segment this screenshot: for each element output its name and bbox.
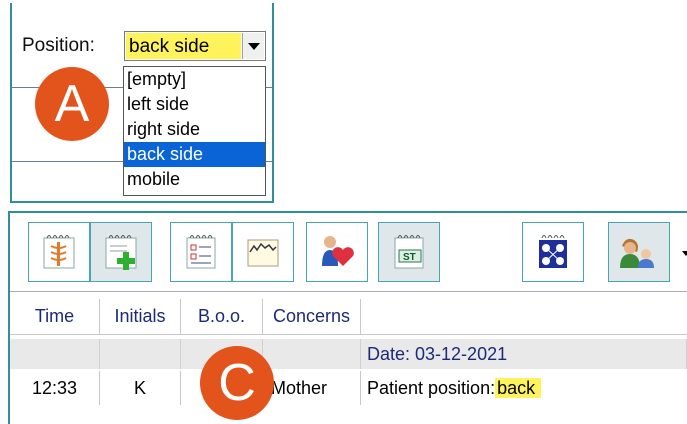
toolbar-button-add-note[interactable] <box>90 222 152 282</box>
annotation-badge-c: C <box>200 346 274 420</box>
cell-note[interactable]: Patient position: back <box>361 371 687 405</box>
toolbar-button-heart[interactable] <box>306 222 368 282</box>
cell-initials[interactable]: K <box>100 371 181 405</box>
toolbar-divider <box>10 291 687 292</box>
st-notepad-icon: ST <box>394 235 424 269</box>
dropdown-arrow-button[interactable] <box>242 33 264 59</box>
network-notepad-icon <box>539 235 567 268</box>
note-prefix: Patient position: <box>367 378 496 398</box>
chart-note-icon <box>247 239 279 267</box>
toolbar-button-caduceus[interactable] <box>28 222 90 282</box>
option-mobile[interactable]: mobile <box>124 167 265 192</box>
date-row-cell <box>100 339 181 369</box>
date-row-cell <box>263 339 361 369</box>
column-header-filler <box>361 299 687 335</box>
toolbar-button-st[interactable]: ST <box>378 222 440 282</box>
date-row-label: Date: 03-12-2021 <box>361 339 687 369</box>
toolbar-button-checklist[interactable] <box>170 222 232 282</box>
column-header-boo[interactable]: B.o.o. <box>181 299 263 335</box>
date-row-cell <box>10 339 100 369</box>
cell-concerns[interactable]: Mother <box>263 371 361 405</box>
svg-text:ST: ST <box>403 252 416 263</box>
option-empty[interactable]: [empty] <box>124 67 265 92</box>
option-back-side[interactable]: back side <box>124 142 265 167</box>
note-value-highlight: back <box>495 378 542 398</box>
annotation-badge-a: A <box>35 67 109 141</box>
option-right-side[interactable]: right side <box>124 117 265 142</box>
column-header-initials[interactable]: Initials <box>100 299 181 335</box>
option-left-side[interactable]: left side <box>124 92 265 117</box>
toolbar: ST <box>10 213 687 291</box>
position-select-value: back side <box>126 33 241 59</box>
mother-child-icon <box>620 238 654 268</box>
caduceus-notepad-icon <box>43 235 75 269</box>
position-dropdown-list[interactable]: [empty] left side right side back side m… <box>123 66 266 196</box>
toolbar-button-mother-child[interactable] <box>608 222 670 282</box>
toolbar-button-network[interactable] <box>522 222 584 282</box>
heart-patient-icon <box>322 236 354 266</box>
add-note-icon <box>105 235 137 270</box>
cell-time[interactable]: 12:33 <box>10 371 100 405</box>
checklist-notepad-icon <box>186 235 216 269</box>
toolbar-button-chart[interactable] <box>232 222 294 282</box>
column-header-time[interactable]: Time <box>10 299 100 335</box>
chevron-down-icon <box>247 42 260 50</box>
record-panel: ST Time Initials B.o.o. Concerns Date: 0… <box>8 211 687 424</box>
column-header-concerns[interactable]: Concerns <box>263 299 361 335</box>
position-label: Position: <box>22 35 95 56</box>
position-select[interactable]: back side <box>124 31 266 61</box>
toolbar-overflow-icon[interactable] <box>682 251 687 256</box>
